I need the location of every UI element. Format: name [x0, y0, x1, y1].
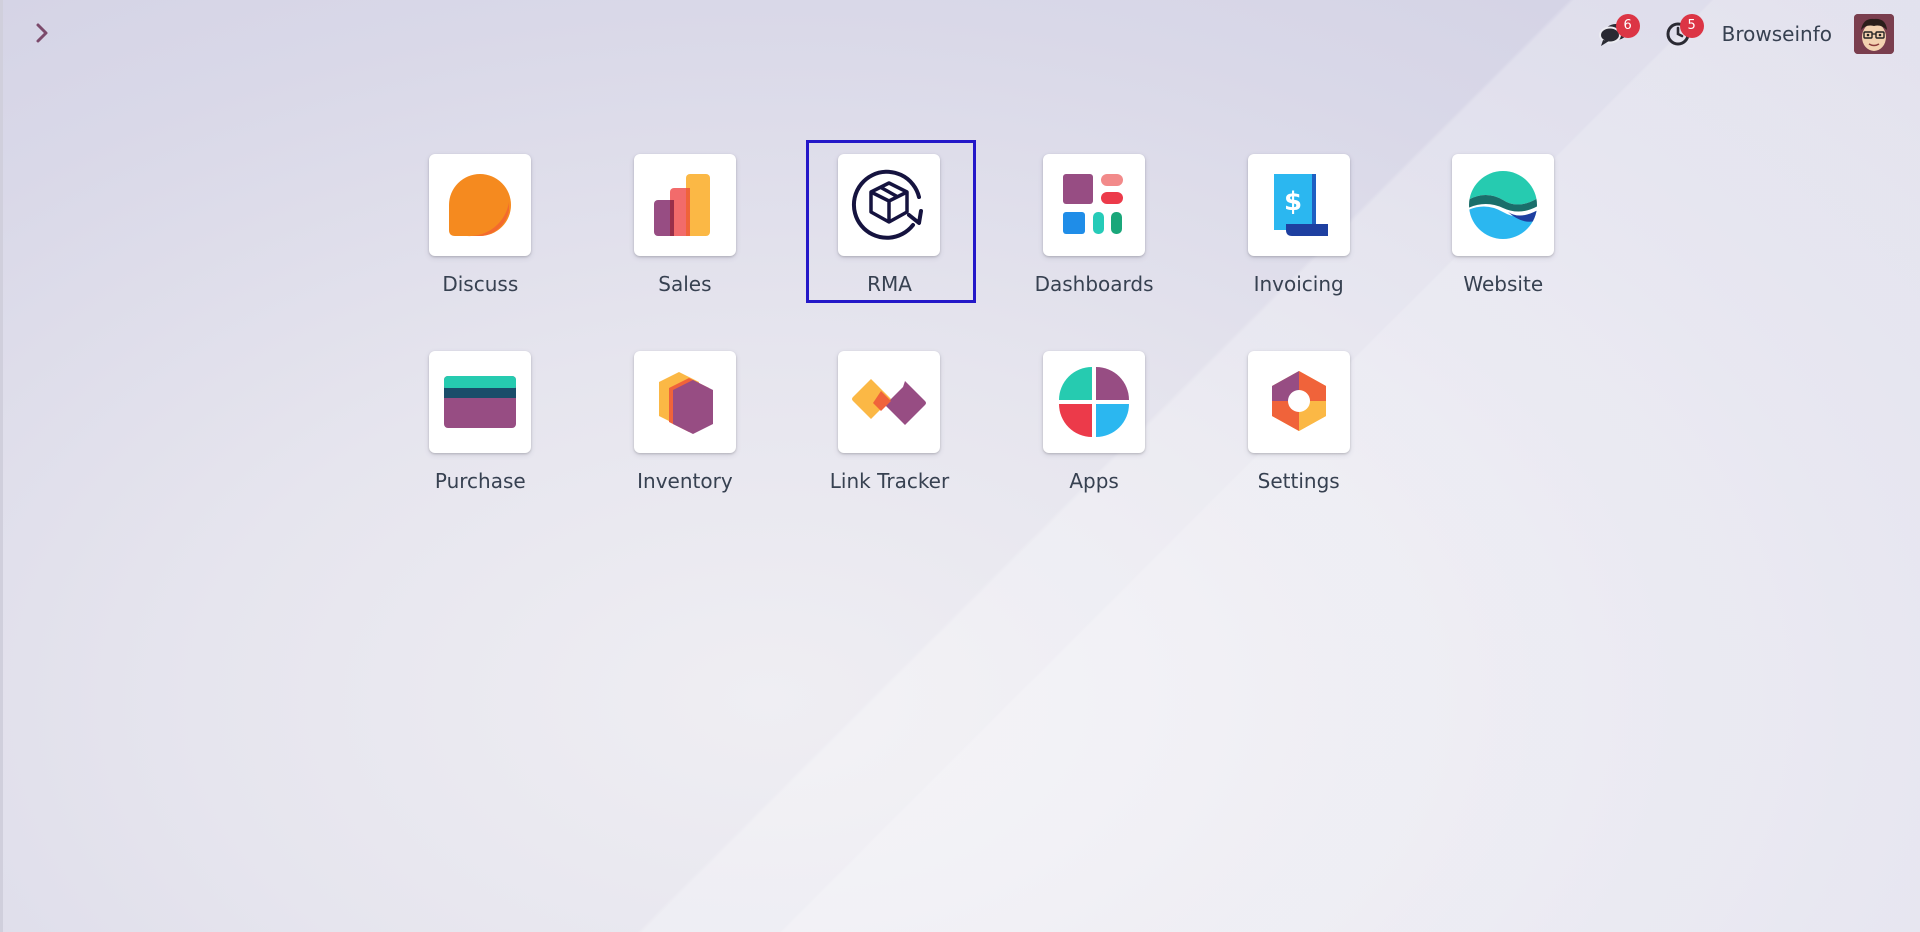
rma-icon — [852, 169, 924, 240]
chevron-right-icon — [36, 23, 48, 43]
app-label: Discuss — [442, 272, 519, 296]
app-website[interactable]: Website — [1401, 136, 1606, 333]
app-tile — [633, 154, 736, 256]
app-label: Website — [1463, 272, 1544, 296]
app-discuss[interactable]: Discuss — [378, 136, 583, 333]
purchase-icon — [444, 376, 517, 428]
left-edge-divider — [0, 0, 3, 932]
app-tile — [1247, 351, 1350, 453]
activities-button[interactable]: 5 — [1658, 14, 1704, 54]
app-tile — [429, 351, 532, 453]
app-tile — [1452, 154, 1555, 256]
app-label: Dashboards — [1034, 272, 1154, 296]
app-rma[interactable]: RMA — [787, 136, 992, 333]
invoicing-icon: $ — [1273, 174, 1328, 236]
app-tile — [1043, 154, 1146, 256]
app-tile — [633, 351, 736, 453]
link-tracker-icon — [852, 379, 927, 425]
app-label: Apps — [1069, 469, 1119, 493]
app-tile — [1043, 351, 1146, 453]
app-label: Purchase — [434, 469, 526, 493]
activities-count-badge: 5 — [1679, 14, 1704, 38]
app-tile: $ — [1247, 154, 1350, 256]
app-label: Settings — [1257, 469, 1340, 493]
app-dashboards[interactable]: Dashboards — [992, 136, 1197, 333]
discuss-icon — [449, 174, 512, 237]
app-tile — [429, 154, 532, 256]
app-label: RMA — [867, 272, 912, 296]
apps-icon — [1059, 367, 1130, 437]
menu-toggle-button[interactable] — [30, 18, 54, 48]
app-label: Sales — [658, 272, 712, 296]
sales-icon — [653, 174, 710, 236]
website-icon — [1469, 171, 1538, 239]
app-sales[interactable]: Sales — [583, 136, 788, 333]
dashboards-icon — [1063, 174, 1124, 234]
app-apps[interactable]: Apps — [992, 333, 1197, 530]
avatar[interactable] — [1854, 14, 1894, 54]
app-purchase[interactable]: Purchase — [378, 333, 583, 530]
app-tile — [838, 154, 941, 256]
settings-icon — [1271, 371, 1326, 431]
messages-count-badge: 6 — [1615, 14, 1640, 38]
app-label: Link Tracker — [829, 469, 950, 493]
user-avatar-icon — [1854, 14, 1894, 54]
systray: 6 5 Browseinfo — [1594, 14, 1894, 54]
app-grid: Discuss Sales RMA Dashboards $ Invoicing… — [378, 136, 1606, 530]
app-inventory[interactable]: Inventory — [583, 333, 788, 530]
app-tile — [838, 351, 941, 453]
app-settings[interactable]: Settings — [1196, 333, 1401, 530]
app-link-tracker[interactable]: Link Tracker — [787, 333, 992, 530]
user-name[interactable]: Browseinfo — [1722, 22, 1832, 46]
svg-text:$: $ — [1284, 187, 1302, 217]
app-label: Inventory — [637, 469, 733, 493]
app-invoicing[interactable]: $ Invoicing — [1196, 136, 1401, 333]
app-label: Invoicing — [1253, 272, 1344, 296]
messages-button[interactable]: 6 — [1594, 14, 1640, 54]
inventory-icon — [658, 372, 713, 434]
